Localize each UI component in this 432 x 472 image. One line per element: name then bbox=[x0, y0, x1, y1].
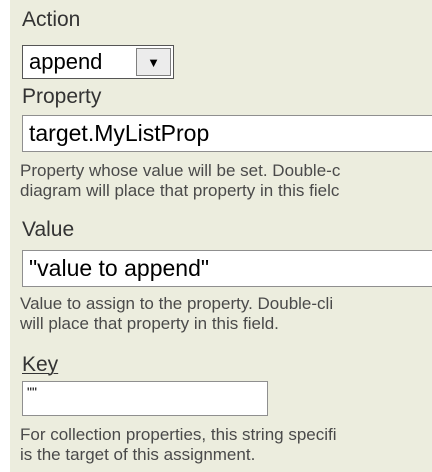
value-input-value: "value to append" bbox=[29, 255, 210, 281]
action-select-value: append bbox=[29, 49, 103, 74]
key-help-line: For collection properties, this string s… bbox=[20, 425, 337, 444]
chevron-down-icon[interactable]: ▼ bbox=[136, 48, 171, 76]
key-label: Key bbox=[22, 353, 59, 376]
property-help-line: diagram will place that property in this… bbox=[20, 181, 340, 200]
value-label: Value bbox=[22, 218, 75, 241]
key-input-value: "" bbox=[27, 384, 37, 400]
assignment-properties-panel: Action append ▼ Property target.MyListPr… bbox=[10, 0, 432, 472]
value-help-line: will place that property in this field. bbox=[20, 314, 279, 333]
property-help-line: Property whose value will be set. Double… bbox=[20, 161, 341, 180]
property-input-value: target.MyListProp bbox=[29, 120, 210, 146]
property-input[interactable]: target.MyListProp bbox=[22, 115, 432, 152]
key-help-line: is the target of this assignment. bbox=[20, 445, 256, 464]
key-help-text: For collection properties, this string s… bbox=[20, 425, 432, 465]
action-select[interactable]: append ▼ bbox=[22, 45, 174, 79]
key-input[interactable]: "" bbox=[22, 381, 268, 416]
property-label: Property bbox=[22, 85, 102, 108]
action-label: Action bbox=[22, 8, 81, 31]
value-help-text: Value to assign to the property. Double-… bbox=[20, 294, 432, 334]
value-input[interactable]: "value to append" bbox=[22, 250, 432, 287]
property-help-text: Property whose value will be set. Double… bbox=[20, 161, 432, 201]
value-help-line: Value to assign to the property. Double-… bbox=[20, 294, 334, 313]
